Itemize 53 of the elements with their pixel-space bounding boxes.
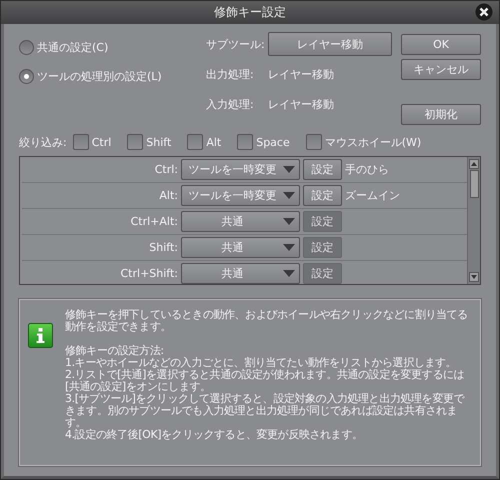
checkbox[interactable] — [127, 134, 144, 150]
action-dropdown[interactable]: ツールを一時変更 — [181, 159, 300, 180]
key-label: Ctrl+Alt: — [130, 215, 178, 228]
key-label: Alt: — [158, 189, 178, 202]
checkbox-label[interactable]: Ctrl — [92, 136, 112, 148]
info-icon — [28, 323, 53, 348]
scroll-thumb[interactable] — [470, 170, 478, 198]
checkbox-label[interactable]: Shift — [146, 136, 172, 148]
checkbox[interactable] — [72, 134, 89, 150]
output-label: 出力処理: — [206, 66, 255, 82]
subtool-button[interactable]: レイヤー移動 — [268, 32, 392, 56]
reset-button[interactable]: 初期化 — [401, 104, 481, 125]
help-heading: 修飾キーの設定方法: — [65, 345, 165, 357]
caret-icon — [283, 166, 295, 173]
help-step: 3.[サブツール]をクリックして選択すると、設定対象の入力処理と出力処理を変更できます。別のサブツールでも入力処理と出力処理が同じであれば設定は共有されます。 — [65, 393, 472, 429]
radio-label[interactable]: 共通の設定(C) — [37, 40, 108, 55]
radio-label[interactable]: ツールの処理別の設定(L) — [37, 69, 162, 84]
output-value: レイヤー移動 — [268, 66, 334, 82]
radio-button[interactable] — [19, 69, 34, 84]
input-label: 入力処理: — [206, 96, 255, 112]
checkbox[interactable] — [237, 134, 254, 150]
help-step: 4.設定の終了後[OK]をクリックすると、変更が反映されます。 — [65, 429, 472, 441]
set-button[interactable]: 設定 — [303, 185, 342, 206]
cancel-button[interactable]: キャンセル — [401, 59, 481, 80]
checkbox-label[interactable]: Alt — [206, 136, 222, 148]
key-label: Shift: — [148, 241, 178, 254]
input-value: レイヤー移動 — [268, 96, 334, 112]
caret-icon — [283, 192, 295, 199]
filter-label: 絞り込み: — [19, 134, 67, 150]
help-step: 1.キーやホイールなどの入力ごとに、割り当てたい動作をリストから選択します。 — [65, 357, 472, 369]
subtool-label: サブツール: — [206, 36, 264, 52]
caret-icon — [283, 218, 295, 225]
checkbox-label[interactable]: マウスホイール(W) — [324, 134, 422, 150]
radio-button[interactable] — [19, 40, 34, 55]
checkbox[interactable] — [306, 134, 322, 150]
assigned-tool: ズームイン — [345, 188, 400, 203]
scroll-down-icon[interactable] — [469, 272, 479, 282]
window-title: 修飾キー設定 — [214, 4, 286, 21]
key-label: Ctrl+Shift: — [120, 267, 178, 280]
assigned-tool: 手のひら — [345, 162, 389, 177]
help-text: 修飾キーを押下しているときの動作、およびホイールや右クリックなどに割り当てる動作を設定できます。 — [65, 309, 469, 333]
checkbox-label[interactable]: Space — [256, 136, 290, 148]
action-dropdown[interactable]: ツールを一時変更 — [181, 185, 300, 206]
checkbox[interactable] — [187, 134, 204, 150]
scroll-up-icon[interactable] — [469, 159, 479, 169]
scrollbar[interactable] — [467, 157, 480, 284]
caret-icon — [283, 270, 295, 277]
help-step: 2.リストで[共通]を選択すると共通の設定が使われます。共通の設定を変更するには[共通の設定]をオンにします。 — [65, 369, 472, 393]
ok-button[interactable]: OK — [401, 34, 481, 55]
key-label: Ctrl: — [154, 163, 178, 176]
caret-icon — [283, 244, 295, 251]
close-icon[interactable] — [475, 3, 493, 21]
set-button[interactable]: 設定 — [303, 159, 342, 180]
